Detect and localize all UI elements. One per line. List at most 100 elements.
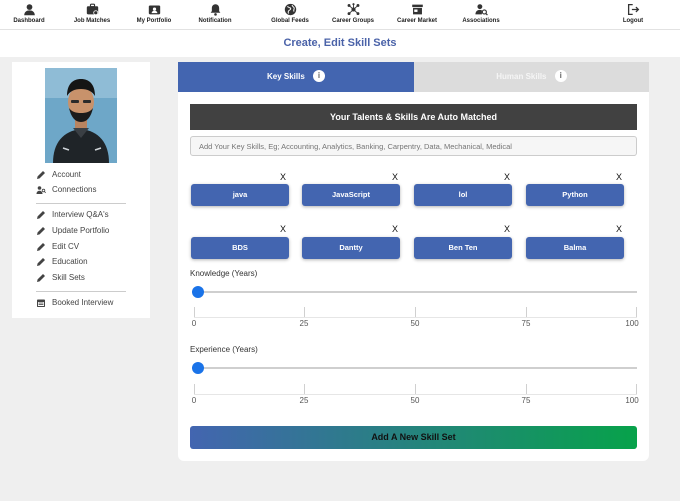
nav-associations-label: Associations [462, 18, 500, 24]
tab-key-skills[interactable]: Key Skills i [178, 62, 414, 92]
nav-my-portfolio[interactable]: My Portfolio [134, 3, 174, 24]
bell-icon [210, 4, 220, 16]
nav-job-matches[interactable]: Job Matches [72, 3, 112, 24]
globe-icon [284, 3, 296, 16]
sidebar-item-label: Update Portfolio [52, 226, 110, 235]
knowledge-slider-thumb[interactable] [192, 286, 204, 298]
remove-skill-button[interactable]: X [616, 224, 622, 234]
remove-skill-button[interactable]: X [280, 224, 286, 234]
nav-dashboard[interactable]: Dashboard [12, 3, 46, 24]
tab-human-skills-label: Human Skills [496, 72, 547, 81]
store-icon [411, 4, 423, 15]
scale-tick [636, 384, 637, 394]
experience-scale: 0 25 50 75 100 [192, 384, 639, 406]
sidebar-divider [36, 291, 126, 292]
knowledge-label: Knowledge (Years) [190, 269, 258, 278]
remove-skill-button[interactable]: X [504, 172, 510, 182]
nav-notification-label: Notification [198, 18, 232, 24]
sidebar-item-label: Education [52, 257, 88, 266]
remove-skill-button[interactable]: X [504, 224, 510, 234]
pencil-icon [37, 227, 45, 235]
sidebar-item-label: Connections [52, 185, 97, 194]
skill-sets-panel: Key Skills i Human Skills i Your Talents… [178, 62, 649, 461]
remove-skill-button[interactable]: X [616, 172, 622, 182]
skill-chip: java [191, 184, 289, 206]
remove-skill-button[interactable]: X [392, 172, 398, 182]
tab-human-skills[interactable]: Human Skills i [414, 62, 649, 92]
scale-tick-label: 25 [299, 319, 309, 328]
nav-career-groups[interactable]: Career Groups [330, 3, 376, 24]
sidebar-item-label: Skill Sets [52, 273, 85, 282]
skill-chip: Balma [526, 237, 624, 259]
scale-tick-label: 0 [191, 319, 197, 328]
skill-chip: Python [526, 184, 624, 206]
pencil-icon [37, 211, 45, 219]
scale-tick [526, 307, 527, 317]
nav-career-market-label: Career Market [396, 18, 438, 24]
skill-chip: JavaScript [302, 184, 400, 206]
tab-key-skills-label: Key Skills [266, 72, 305, 81]
scale-tick [636, 307, 637, 317]
remove-skill-button[interactable]: X [280, 172, 286, 182]
pencil-icon [37, 171, 45, 179]
sidebar-item-label: Account [52, 170, 81, 179]
scale-tick-label: 75 [521, 396, 531, 405]
auto-match-banner: Your Talents & Skills Are Auto Matched [190, 104, 637, 130]
people-icon [36, 186, 46, 194]
scale-tick-label: 50 [410, 319, 420, 328]
page-title: Create, Edit Skill Sets [283, 37, 397, 49]
scale-tick [526, 384, 527, 394]
nav-my-portfolio-label: My Portfolio [136, 18, 172, 24]
info-icon[interactable]: i [554, 70, 567, 82]
skill-chip: lol [414, 184, 512, 206]
person-icon [23, 4, 35, 16]
skill-chip: Ben Ten [414, 237, 512, 259]
person-search-icon [474, 4, 488, 16]
scale-tick-label: 25 [299, 396, 309, 405]
pencil-icon [37, 258, 45, 266]
calendar-icon [37, 299, 45, 307]
sidebar-item-label: Edit CV [52, 242, 80, 251]
nav-career-market[interactable]: Career Market [395, 3, 439, 24]
nav-associations[interactable]: Associations [460, 3, 502, 24]
scale-tick-label: 100 [625, 396, 639, 405]
sidebar-item-label: Booked Interview [52, 298, 114, 307]
briefcase-icon [86, 3, 98, 16]
nav-global-feeds-label: Global Feeds [271, 18, 309, 24]
nav-job-matches-label: Job Matches [73, 18, 111, 24]
knowledge-slider-track[interactable] [192, 291, 637, 293]
sidebar-item-label: Interview Q&A's [52, 210, 109, 219]
scale-tick [304, 384, 305, 394]
nav-global-feeds[interactable]: Global Feeds [268, 3, 312, 24]
scale-tick-label: 50 [410, 396, 420, 405]
experience-label: Experience (Years) [190, 345, 258, 354]
profile-sidebar: Account Connections Interview Q&A's Upda… [12, 62, 150, 318]
nav-logout[interactable]: Logout [620, 3, 646, 24]
portfolio-icon [148, 5, 160, 15]
scale-tick [304, 307, 305, 317]
avatar [45, 68, 117, 163]
remove-skill-button[interactable]: X [392, 224, 398, 234]
nav-logout-label: Logout [622, 18, 644, 24]
scale-tick [415, 307, 416, 317]
page-header: Create, Edit Skill Sets [0, 30, 680, 57]
pencil-icon [37, 274, 45, 282]
sidebar-divider [36, 203, 126, 204]
info-icon[interactable]: i [313, 70, 326, 82]
scale-tick [194, 307, 195, 317]
skill-chip: Dantty [302, 237, 400, 259]
scale-line [194, 394, 637, 395]
experience-slider-thumb[interactable] [192, 362, 204, 374]
key-skills-input[interactable] [190, 136, 637, 156]
scale-tick [415, 384, 416, 394]
network-icon [347, 3, 359, 16]
profile-photo [45, 68, 117, 163]
nav-career-groups-label: Career Groups [331, 18, 374, 24]
logout-icon [627, 3, 639, 16]
scale-line [194, 317, 637, 318]
add-skill-set-button[interactable]: Add A New Skill Set [190, 426, 637, 449]
nav-notification[interactable]: Notification [196, 3, 234, 24]
experience-slider-track[interactable] [192, 367, 637, 369]
pencil-icon [37, 243, 45, 251]
scale-tick [194, 384, 195, 394]
